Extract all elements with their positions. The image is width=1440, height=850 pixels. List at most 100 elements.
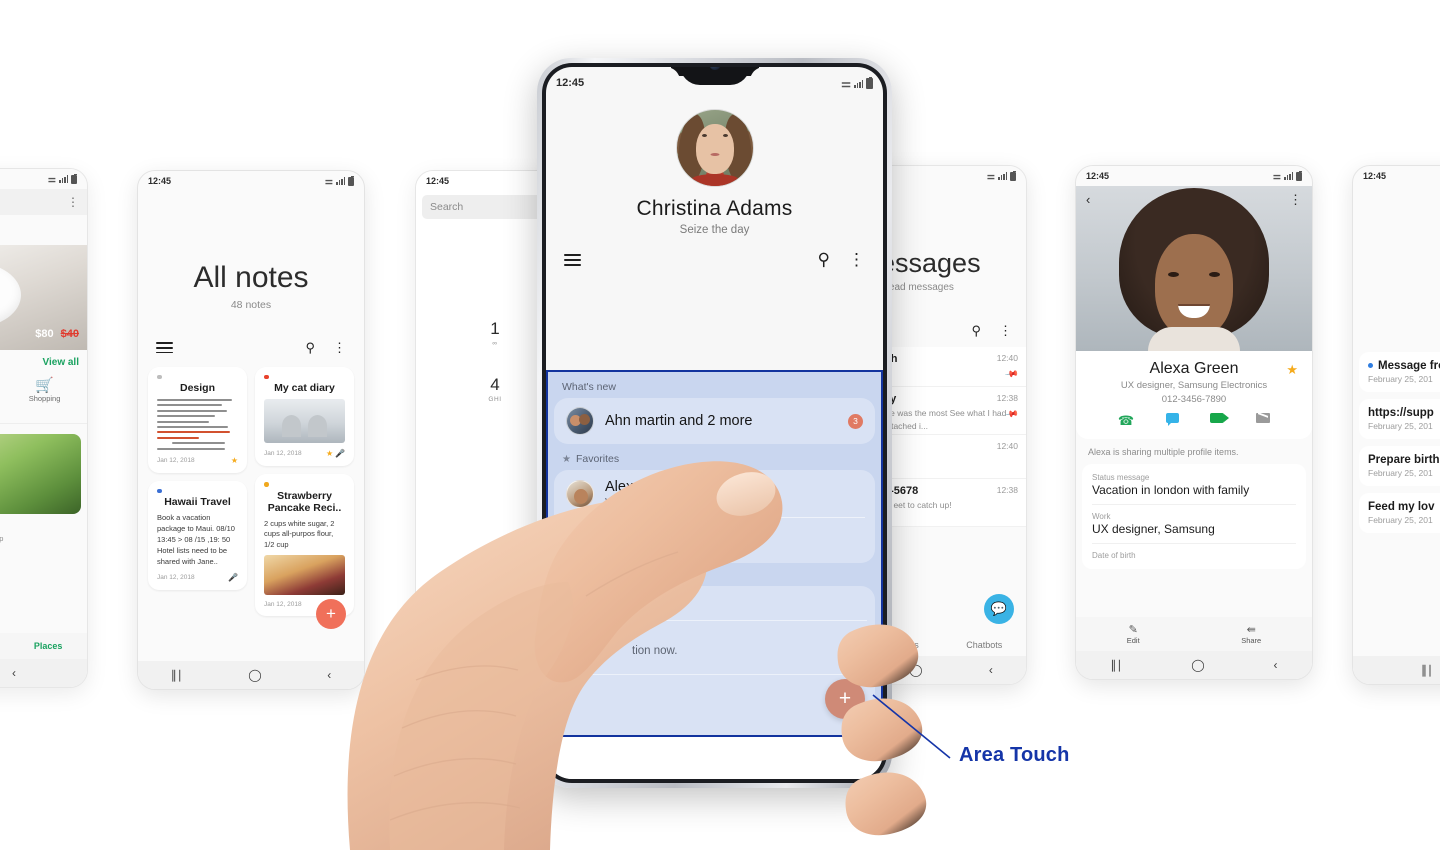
signal-icon <box>854 78 863 88</box>
new-message-icon[interactable]: 💬 <box>984 594 1014 624</box>
reminder-page-title: Re <box>1353 268 1440 302</box>
messages-unread-count: nread messages <box>876 282 1026 293</box>
list-divider <box>562 620 867 621</box>
more-vertical-icon[interactable]: ⋮ <box>67 195 79 209</box>
call-icon[interactable]: ☎ <box>1118 413 1134 429</box>
list-item[interactable]: Alexa green Vacation in london with fami… <box>554 470 875 517</box>
note-card[interactable]: My cat diary Jan 12, 2018 ★ 🎤 <box>255 367 354 467</box>
alpha-card <box>554 586 875 736</box>
reminder-title-text: Message fro <box>1378 360 1440 372</box>
detail-row[interactable]: Date of birth <box>1092 544 1296 567</box>
note-title: Design <box>157 382 238 394</box>
hamburger-icon[interactable] <box>156 339 173 357</box>
plate-shape <box>0 263 21 327</box>
video-call-icon[interactable] <box>1210 413 1224 423</box>
home-icon[interactable]: ◯ <box>248 668 261 682</box>
tab-places[interactable]: Places <box>34 641 63 651</box>
mic-icon[interactable]: 🎤 <box>335 449 345 458</box>
note-color-dot <box>157 375 162 380</box>
list-item[interactable]: Lindsey Smith <box>554 517 875 563</box>
unread-dot-icon <box>1368 363 1373 368</box>
contacts-status-icons: ⚌ <box>841 77 873 90</box>
back-icon[interactable]: ‹ <box>327 668 331 682</box>
add-note-fab[interactable]: + <box>316 599 346 629</box>
page-title: Christina Adams <box>546 197 883 221</box>
dialpad-key-1[interactable]: 1 ∞ <box>490 319 499 347</box>
section-label-alpha: A <box>548 563 881 586</box>
reminder-item[interactable]: Prepare birth February 25, 201 <box>1359 446 1440 486</box>
shortcut-shopping[interactable]: 🛒 Shopping <box>29 376 61 413</box>
more-vertical-icon[interactable]: ⋮ <box>333 340 346 356</box>
note-color-dot <box>264 482 269 487</box>
message-icon[interactable] <box>1166 413 1179 423</box>
note-card[interactable]: Hawaii Travel Book a vacation package to… <box>148 481 247 591</box>
reminder-item[interactable]: Feed my lov February 25, 201 <box>1359 493 1440 533</box>
notes-status-time: 12:45 <box>148 176 171 186</box>
message-row[interactable]: 12:40 <box>876 435 1026 479</box>
message-time: 12:40 <box>997 353 1018 363</box>
tab-contacts[interactable]: tacts <box>900 640 919 650</box>
dialpad-key-4[interactable]: 4 GHI <box>488 375 501 403</box>
list-item-main: Alexa green Vacation in london with fami… <box>605 479 863 508</box>
star-icon[interactable]: ★ <box>326 449 333 458</box>
view-all-link[interactable]: View all <box>0 350 87 372</box>
reminder-date: February 25, 201 <box>1368 374 1440 384</box>
star-icon[interactable]: ★ <box>1286 362 1298 378</box>
dialpad-key-number: 1 <box>490 319 499 339</box>
battery-icon <box>1010 172 1016 181</box>
more-vertical-icon[interactable]: ⋮ <box>999 323 1012 339</box>
back-icon[interactable]: ‹ <box>1274 658 1278 672</box>
hero-face <box>1155 234 1233 338</box>
more-vertical-icon[interactable]: ⋮ <box>848 250 865 270</box>
reminder-item[interactable]: Message fro February 25, 201 <box>1359 352 1440 392</box>
mic-icon[interactable]: 🎤 <box>228 573 238 582</box>
hamburger-icon[interactable] <box>564 251 581 269</box>
partial-list-text: tion now. <box>632 645 677 657</box>
home-icon[interactable]: ◯ <box>1191 658 1204 672</box>
note-card[interactable]: Design Jan 12, 2018 ★ <box>148 367 247 473</box>
note-handwriting <box>157 399 238 450</box>
battery-icon <box>348 177 354 186</box>
detail-row[interactable]: Status message Vacation in london with f… <box>1092 466 1296 505</box>
price-tag: $80 $40 <box>35 328 79 340</box>
message-time: 12:38 <box>997 485 1018 495</box>
message-row[interactable]: ay vie was the most See what I had attac… <box>876 387 1026 435</box>
list-item[interactable] <box>554 586 875 632</box>
contacts-statusbar: 12:45 ⚌ <box>546 67 883 93</box>
star-icon[interactable]: ★ <box>231 456 238 465</box>
search-icon[interactable]: ⚲ <box>818 250 830 270</box>
recents-icon[interactable]: ∥∣ <box>171 668 183 682</box>
alexa-bottom-bar: ✎ Edit ⇚ Share <box>1076 617 1312 651</box>
detail-row[interactable]: Work UX designer, Samsung <box>1092 505 1296 544</box>
message-row[interactable]: 4-5678 m eet to catch up! 12:38 <box>876 479 1026 527</box>
messages-tabbar: tacts Chatbots <box>876 634 1026 656</box>
recents-icon[interactable]: ∥∣ <box>1421 663 1433 677</box>
message-row[interactable]: ith 12:40 📌 <box>876 347 1026 387</box>
list-item[interactable]: Ahn martin and 2 more 3 <box>554 398 875 444</box>
sharing-note: Alexa is sharing multiple profile items. <box>1076 439 1312 464</box>
section-label-favorites: ★ Favorites <box>548 444 881 470</box>
add-contact-fab[interactable]: + <box>825 679 865 719</box>
reminder-item[interactable]: https://supp February 25, 201 <box>1359 399 1440 439</box>
recents-icon[interactable]: ∥∣ <box>1110 658 1122 672</box>
avatar-shirt <box>691 174 739 186</box>
edit-icon: ✎ <box>1127 623 1140 636</box>
area-touch-region[interactable]: What's new Ahn martin and 2 more 3 ★ Fav… <box>546 370 883 737</box>
edit-button[interactable]: ✎ Edit <box>1127 623 1140 645</box>
detail-label: Date of birth <box>1092 551 1296 560</box>
search-icon[interactable]: ⚲ <box>971 323 981 339</box>
phone-messages: ⚌ essages nread messages ⚲ ⋮ ith 12:40 📌… <box>875 165 1027 685</box>
phone-places: 12:45 ⚌ ⋮ $80 $40 View all <box>0 168 88 688</box>
back-icon[interactable]: ‹ <box>12 666 16 680</box>
back-icon[interactable]: ‹ <box>989 663 993 677</box>
contacts-bottom-strip <box>546 737 883 779</box>
back-icon[interactable]: ‹ <box>1086 192 1090 208</box>
more-vertical-icon[interactable]: ⋮ <box>1289 192 1302 208</box>
home-icon[interactable]: ◯ <box>909 663 922 677</box>
tab-chatbots[interactable]: Chatbots <box>966 640 1002 650</box>
search-icon[interactable]: ⚲ <box>305 340 315 356</box>
note-card[interactable]: Strawberry Pancake Reci.. 2 cups white s… <box>255 474 354 616</box>
avatar[interactable] <box>676 109 754 187</box>
share-button[interactable]: ⇚ Share <box>1241 623 1261 645</box>
email-icon[interactable] <box>1256 413 1270 423</box>
